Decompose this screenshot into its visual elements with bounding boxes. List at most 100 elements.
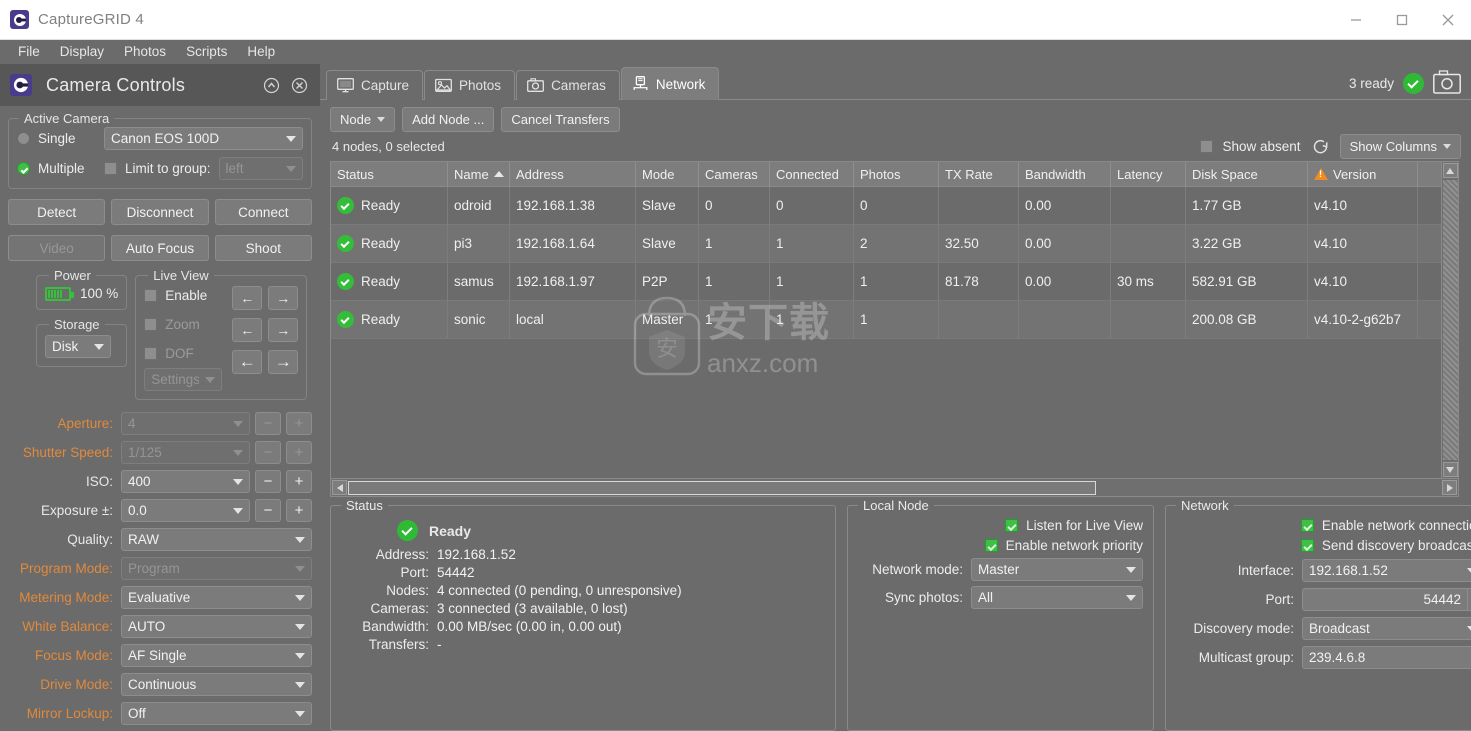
close-panel-icon[interactable] (288, 74, 310, 96)
shoot-button[interactable]: Shoot (214, 235, 312, 261)
column-header-disk_space[interactable]: Disk Space (1186, 162, 1308, 186)
network-mode-select[interactable]: Master (971, 558, 1143, 581)
setting-select[interactable]: Continuous (121, 673, 312, 696)
group-select[interactable]: left (218, 157, 303, 180)
close-button[interactable] (1425, 0, 1471, 40)
setting-select[interactable]: 0.0 (121, 499, 250, 522)
table-row[interactable]: Ready samus 192.168.1.97 P2P 1 1 1 81.78 0.00 30 … (331, 263, 1458, 301)
focus-far-medium-button[interactable]: → (268, 318, 299, 342)
setting-label: Exposure ±: (41, 503, 113, 518)
table-row[interactable]: Ready sonic local Master 1 1 1 200.08 GB v4.10-2… (331, 301, 1458, 339)
add-node-button[interactable]: Add Node ... (402, 107, 495, 132)
column-header-name[interactable]: Name (448, 162, 510, 186)
minimize-button[interactable] (1333, 0, 1379, 40)
setting-select[interactable]: AUTO (121, 615, 312, 638)
disconnect-button[interactable]: Disconnect (111, 199, 209, 225)
camera-select[interactable]: Canon EOS 100D (104, 127, 303, 150)
scroll-down-button[interactable] (1442, 462, 1458, 477)
show-columns-button[interactable]: Show Columns (1339, 133, 1461, 159)
multiple-radio[interactable] (17, 162, 30, 175)
setting-select[interactable]: 4 (121, 412, 250, 435)
column-header-connected[interactable]: Connected (770, 162, 854, 186)
setting-increment-button[interactable]: + (286, 412, 312, 435)
limit-to-group-checkbox[interactable] (104, 162, 117, 175)
setting-select[interactable]: AF Single (121, 644, 312, 667)
column-header-latency[interactable]: Latency (1111, 162, 1186, 186)
tab-photos[interactable]: Photos (424, 70, 516, 100)
scroll-right-button[interactable] (1442, 480, 1457, 495)
setting-increment-button[interactable]: + (286, 470, 312, 493)
column-header-mode[interactable]: Mode (636, 162, 699, 186)
auto-focus-button[interactable]: Auto Focus (111, 235, 209, 261)
setting-decrement-button[interactable]: − (255, 412, 281, 435)
setting-increment-button[interactable]: + (286, 441, 312, 464)
tab-network[interactable]: Network (620, 67, 720, 100)
single-radio[interactable] (17, 132, 30, 145)
capture-shutter-icon[interactable] (1433, 70, 1461, 97)
setting-increment-button[interactable]: + (286, 499, 312, 522)
collapse-panel-icon[interactable] (260, 74, 282, 96)
interface-select[interactable]: 192.168.1.52 (1302, 559, 1471, 582)
cancel-transfers-button[interactable]: Cancel Transfers (501, 107, 620, 132)
column-header-status[interactable]: Status (331, 162, 448, 186)
column-header-tx_rate[interactable]: TX Rate (939, 162, 1019, 186)
column-header-address[interactable]: Address (510, 162, 636, 186)
chevron-down-icon (295, 652, 305, 659)
port-value[interactable]: 54442 (1303, 592, 1467, 607)
setting-select[interactable]: Program (121, 557, 312, 580)
sync-photos-select[interactable]: All (971, 586, 1143, 609)
table-row[interactable]: Ready odroid 192.168.1.38 Slave 0 0 0 0.00 1.77 … (331, 187, 1458, 225)
listen-live-view-checkbox[interactable] (1005, 519, 1019, 532)
live-view-enable-checkbox[interactable] (144, 289, 158, 302)
tab-cameras[interactable]: Cameras (516, 70, 620, 100)
focus-near-medium-button[interactable]: ← (232, 318, 263, 342)
live-view-dof-checkbox[interactable] (144, 347, 158, 360)
vertical-scroll-thumb[interactable] (1442, 180, 1458, 460)
live-view-zoom-checkbox[interactable] (144, 318, 158, 331)
table-vertical-scrollbar[interactable] (1441, 162, 1458, 478)
scroll-left-button[interactable] (332, 480, 347, 495)
maximize-button[interactable] (1379, 0, 1425, 40)
focus-far-large-button[interactable]: → (268, 350, 299, 374)
video-button[interactable]: Video (8, 235, 106, 261)
column-header-version[interactable]: Version (1308, 162, 1418, 186)
setting-decrement-button[interactable]: − (255, 441, 281, 464)
live-view-settings-select[interactable]: Settings (144, 368, 223, 391)
column-header-cameras[interactable]: Cameras (699, 162, 770, 186)
port-stepper[interactable]: 54442 (1302, 588, 1471, 611)
setting-decrement-button[interactable]: − (255, 499, 281, 522)
port-stepper-arrows[interactable] (1467, 589, 1471, 610)
table-row[interactable]: Ready pi3 192.168.1.64 Slave 1 1 2 32.50 0.00 3.2… (331, 225, 1458, 263)
table-horizontal-scrollbar[interactable] (330, 479, 1459, 497)
menu-photos[interactable]: Photos (114, 41, 176, 63)
menu-file[interactable]: File (8, 41, 50, 63)
menu-scripts[interactable]: Scripts (176, 41, 237, 63)
show-absent-checkbox[interactable] (1199, 139, 1213, 153)
horizontal-scroll-thumb[interactable] (348, 480, 1096, 495)
setting-decrement-button[interactable]: − (255, 470, 281, 493)
setting-select[interactable]: 400 (121, 470, 250, 493)
send-discovery-checkbox[interactable] (1300, 539, 1314, 552)
menu-display[interactable]: Display (50, 41, 114, 63)
node-menu-button[interactable]: Node (330, 107, 396, 132)
focus-near-small-button[interactable]: ← (232, 286, 263, 310)
focus-far-small-button[interactable]: → (268, 286, 299, 310)
menu-help[interactable]: Help (237, 41, 285, 63)
setting-select[interactable]: RAW (121, 528, 312, 551)
setting-select[interactable]: Off (121, 702, 312, 725)
connect-button[interactable]: Connect (214, 199, 312, 225)
setting-select[interactable]: 1/125 (121, 441, 250, 464)
column-header-photos[interactable]: Photos (854, 162, 939, 186)
multicast-group-input[interactable]: 239.4.6.8 (1302, 646, 1471, 669)
scroll-up-button[interactable] (1442, 163, 1458, 178)
column-header-bandwidth[interactable]: Bandwidth (1019, 162, 1111, 186)
detect-button[interactable]: Detect (8, 199, 106, 225)
setting-select[interactable]: Evaluative (121, 586, 312, 609)
discovery-mode-select[interactable]: Broadcast (1302, 617, 1471, 640)
tab-capture[interactable]: Capture (326, 70, 424, 100)
refresh-icon[interactable] (1311, 137, 1330, 156)
focus-near-large-button[interactable]: ← (232, 350, 263, 374)
storage-select[interactable]: Disk (45, 335, 111, 358)
enable-network-checkbox[interactable] (1300, 519, 1314, 532)
network-priority-checkbox[interactable] (984, 539, 998, 552)
